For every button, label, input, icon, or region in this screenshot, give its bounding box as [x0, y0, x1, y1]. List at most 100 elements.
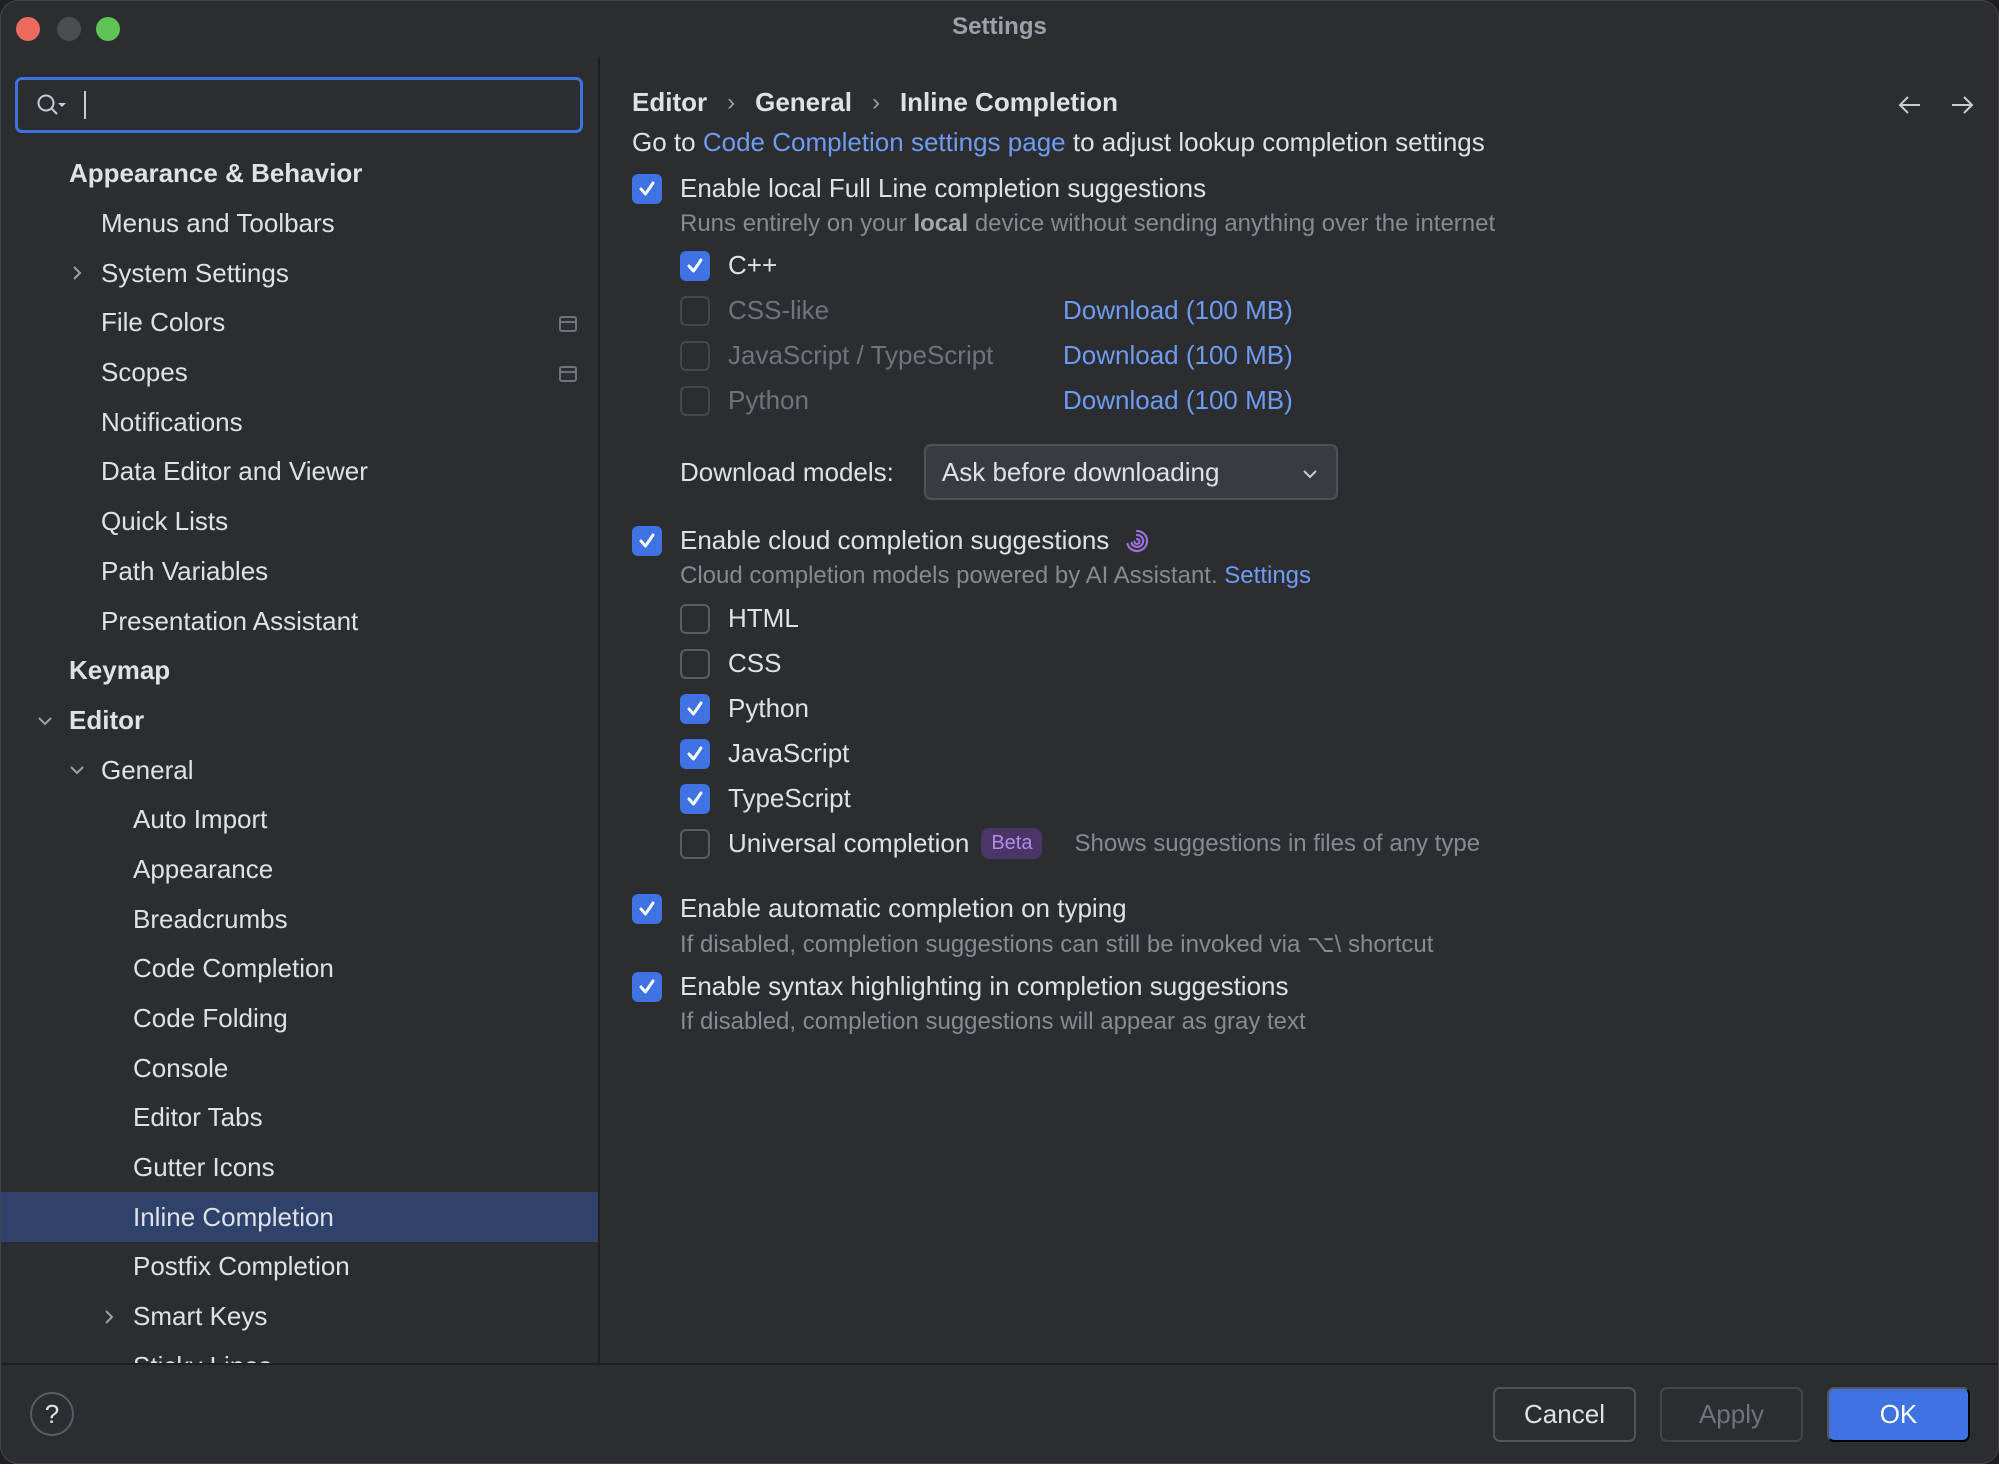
sidebar-item-breadcrumbs[interactable]: Breadcrumbs: [1, 894, 598, 944]
sidebar-item-label: Code Completion: [133, 953, 334, 984]
help-button[interactable]: ?: [30, 1392, 74, 1436]
auto-completion-option[interactable]: Enable automatic completion on typing: [632, 893, 1127, 924]
sidebar-item-general[interactable]: General: [1, 745, 598, 795]
chevron-down-icon[interactable]: [67, 760, 87, 780]
sidebar-item-label: Appearance & Behavior: [69, 158, 363, 189]
chevron-right-icon[interactable]: [99, 1307, 119, 1327]
typescript-checkbox[interactable]: [680, 783, 710, 814]
ok-button[interactable]: OK: [1827, 1387, 1970, 1442]
sidebar-item-label: Sticky Lines: [133, 1351, 272, 1363]
js-ts-label: JavaScript / TypeScript: [728, 340, 994, 370]
settings-tree: Appearance & Behavior Menus and Toolbars S…: [1, 149, 598, 1363]
local-completion-option[interactable]: Enable local Full Line completion sugges…: [632, 173, 1206, 204]
sidebar-item-postfix-completion[interactable]: Postfix Completion: [1, 1242, 598, 1292]
forward-arrow-icon[interactable]: [1950, 93, 1974, 117]
sidebar-item-sticky-lines[interactable]: Sticky Lines: [1, 1342, 598, 1363]
sidebar-item-presentation-assistant[interactable]: Presentation Assistant: [1, 596, 598, 646]
sidebar-item-gutter-icons[interactable]: Gutter Icons: [1, 1143, 598, 1193]
back-arrow-icon[interactable]: [1898, 93, 1922, 117]
syntax-highlighting-option[interactable]: Enable syntax highlighting in completion…: [632, 971, 1289, 1002]
sidebar-item-smart-keys[interactable]: Smart Keys: [1, 1292, 598, 1342]
breadcrumb: Editor › General › Inline Completion: [632, 87, 1118, 118]
html-checkbox[interactable]: [680, 603, 710, 634]
local-lang-python: Python Download (100 MB): [680, 385, 1293, 416]
sidebar-item-appearance[interactable]: Appearance: [1, 845, 598, 895]
beta-badge: Beta: [981, 828, 1043, 859]
download-python-link[interactable]: Download (100 MB): [1063, 385, 1293, 416]
cloud-lang-css[interactable]: CSS: [680, 648, 781, 679]
title-bar: Settings: [1, 1, 1998, 57]
python-checkbox[interactable]: [680, 693, 710, 724]
download-models-label: Download models:: [680, 456, 894, 487]
sidebar-item-data-editor-and-viewer[interactable]: Data Editor and Viewer: [1, 447, 598, 497]
sidebar-item-code-completion[interactable]: Code Completion: [1, 944, 598, 994]
chevron-right-icon[interactable]: [67, 263, 87, 283]
cloud-lang-html[interactable]: HTML: [680, 603, 799, 634]
cancel-button[interactable]: Cancel: [1493, 1387, 1636, 1442]
sidebar-item-label: Notifications: [101, 406, 243, 437]
universal-completion-option[interactable]: Universal completion Beta Shows suggesti…: [680, 828, 1480, 859]
sidebar-item-label: Auto Import: [133, 804, 268, 835]
cloud-completion-option[interactable]: Enable cloud completion suggestions: [632, 525, 1151, 556]
sidebar-item-label: Keymap: [69, 655, 171, 686]
auto-completion-checkbox[interactable]: [632, 893, 662, 924]
css-checkbox[interactable]: [680, 648, 710, 679]
universal-completion-checkbox[interactable]: [680, 828, 710, 859]
local-lang-css-like: CSS-like Download (100 MB): [680, 295, 1293, 326]
cloud-lang-typescript[interactable]: TypeScript: [680, 783, 851, 814]
checkmark-icon: [639, 181, 655, 195]
chevron-down-icon[interactable]: [35, 711, 55, 731]
sidebar-item-scopes[interactable]: Scopes: [1, 348, 598, 398]
javascript-checkbox[interactable]: [680, 738, 710, 769]
sidebar-item-label: Smart Keys: [133, 1301, 268, 1332]
sidebar-item-label: Presentation Assistant: [101, 605, 359, 636]
syntax-highlighting-checkbox[interactable]: [632, 971, 662, 1002]
chevron-down-icon: [1303, 470, 1317, 479]
sidebar-item-console[interactable]: Console: [1, 1043, 598, 1093]
python-label: Python: [728, 693, 809, 723]
sidebar-item-quick-lists[interactable]: Quick Lists: [1, 497, 598, 547]
ai-assistant-settings-link[interactable]: Settings: [1224, 562, 1311, 590]
checkmark-icon: [639, 533, 655, 547]
cloud-completion-checkbox[interactable]: [632, 525, 662, 556]
search-input[interactable]: [90, 86, 570, 124]
checkmark-icon: [687, 701, 703, 715]
intro-prefix: Go to: [632, 127, 696, 157]
sidebar-item-label: System Settings: [101, 257, 289, 288]
download-models-row: Download models: Ask before downloading: [680, 444, 1338, 500]
universal-completion-description: Shows suggestions in files of any type: [1074, 829, 1481, 857]
window-title: Settings: [952, 13, 1047, 40]
sidebar-item-notifications[interactable]: Notifications: [1, 397, 598, 447]
sidebar-item-editor[interactable]: Editor: [1, 696, 598, 746]
local-lang-cpp[interactable]: C++: [680, 250, 777, 281]
cloud-lang-python[interactable]: Python: [680, 693, 809, 724]
sidebar-item-menus-and-toolbars[interactable]: Menus and Toolbars: [1, 199, 598, 249]
sidebar-item-label: Editor: [69, 704, 145, 735]
sidebar-item-keymap[interactable]: Keymap: [1, 646, 598, 696]
local-completion-checkbox[interactable]: [632, 173, 662, 204]
download-css-like-link[interactable]: Download (100 MB): [1063, 295, 1293, 326]
download-models-dropdown[interactable]: Ask before downloading: [923, 444, 1338, 500]
text-cursor: [84, 91, 86, 119]
desc-text: device without sending anything over the…: [974, 210, 1496, 237]
search-field[interactable]: [15, 77, 583, 133]
cloud-lang-javascript[interactable]: JavaScript: [680, 738, 849, 769]
js-ts-checkbox: [680, 340, 710, 371]
sidebar-item-auto-import[interactable]: Auto Import: [1, 795, 598, 845]
sidebar-item-appearance-behavior[interactable]: Appearance & Behavior: [1, 149, 598, 199]
download-js-ts-link[interactable]: Download (100 MB): [1063, 340, 1293, 371]
sidebar-item-path-variables[interactable]: Path Variables: [1, 547, 598, 597]
sidebar-item-editor-tabs[interactable]: Editor Tabs: [1, 1093, 598, 1143]
search-icon: [37, 94, 66, 115]
sidebar-item-code-folding[interactable]: Code Folding: [1, 994, 598, 1044]
sidebar-item-label: Postfix Completion: [133, 1251, 350, 1282]
sidebar-item-inline-completion[interactable]: Inline Completion: [1, 1192, 598, 1243]
typescript-label: TypeScript: [728, 783, 851, 813]
cpp-checkbox[interactable]: [680, 250, 710, 281]
sidebar-item-label: Scopes: [101, 357, 188, 388]
sidebar-item-file-colors[interactable]: File Colors: [1, 298, 598, 348]
code-completion-settings-link[interactable]: Code Completion settings page: [703, 127, 1066, 158]
apply-button[interactable]: Apply: [1660, 1387, 1803, 1442]
sidebar-item-system-settings[interactable]: System Settings: [1, 248, 598, 298]
sidebar-item-label: Data Editor and Viewer: [101, 456, 368, 487]
